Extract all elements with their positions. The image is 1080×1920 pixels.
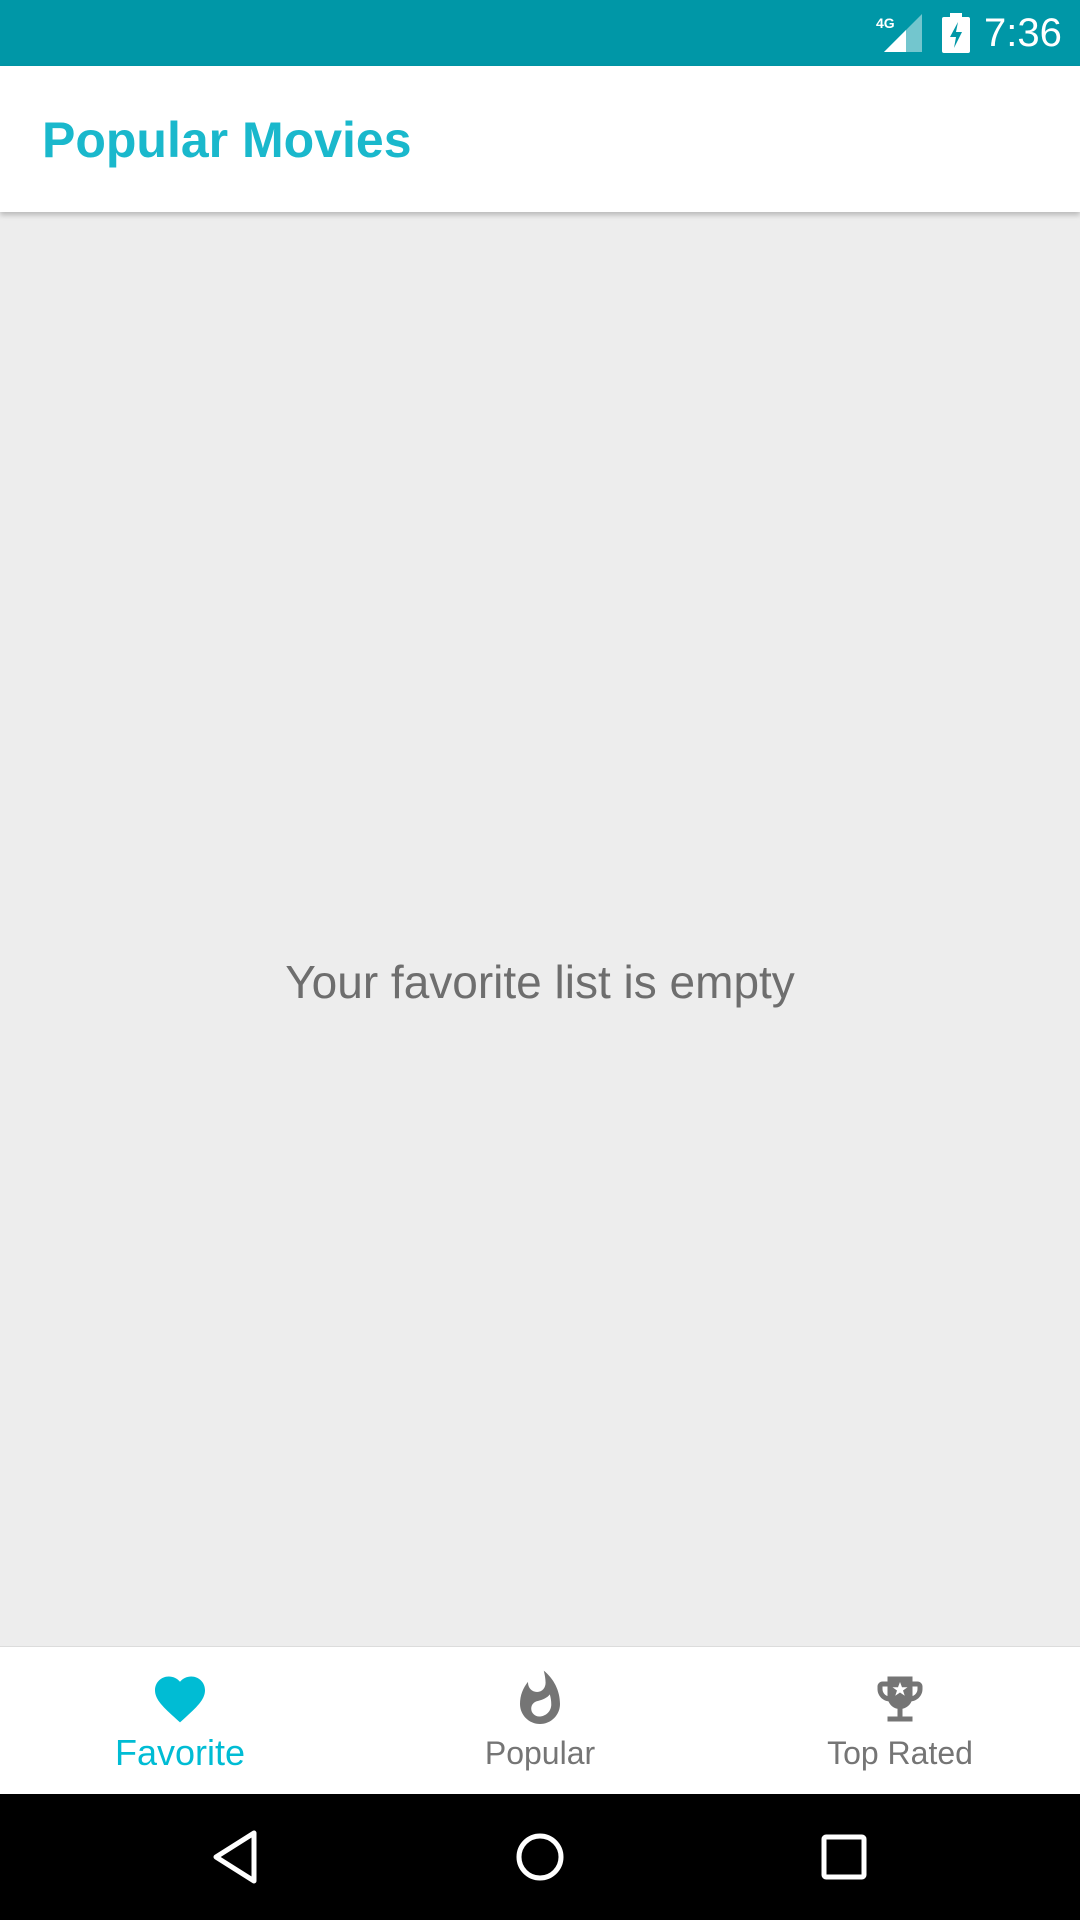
empty-state-message: Your favorite list is empty: [285, 956, 795, 1008]
app-screen: 4G 7:36 Popular Movies Your favorite lis…: [0, 0, 1080, 1920]
nav-item-popular[interactable]: Popular: [360, 1647, 720, 1795]
status-bar: 4G 7:36: [0, 0, 1080, 66]
recents-icon[interactable]: [814, 1827, 874, 1887]
nav-item-favorite[interactable]: Favorite: [0, 1647, 360, 1795]
battery-charging-icon: [942, 13, 970, 53]
nav-label-top-rated: Top Rated: [827, 1735, 973, 1771]
app-title: Popular Movies: [42, 112, 412, 168]
nav-label-favorite: Favorite: [114, 1732, 246, 1773]
signal-4g-icon: 4G: [876, 14, 922, 52]
system-navigation-bar: [0, 1794, 1080, 1920]
bottom-navigation: Favorite Popular Top Rated: [0, 1646, 1080, 1794]
network-label: 4G: [876, 15, 895, 31]
trophy-icon: [877, 1676, 923, 1722]
back-icon[interactable]: [207, 1827, 267, 1887]
nav-item-top-rated[interactable]: Top Rated: [720, 1647, 1080, 1795]
status-time: 7:36: [984, 11, 1062, 55]
flame-icon: [520, 1670, 560, 1724]
app-bar: Popular Movies: [0, 66, 1080, 212]
heart-icon: [155, 1676, 205, 1723]
nav-label-popular: Popular: [484, 1735, 596, 1771]
favorite-list-container: Your favorite list is empty: [0, 212, 1080, 1646]
home-icon[interactable]: [510, 1827, 570, 1887]
